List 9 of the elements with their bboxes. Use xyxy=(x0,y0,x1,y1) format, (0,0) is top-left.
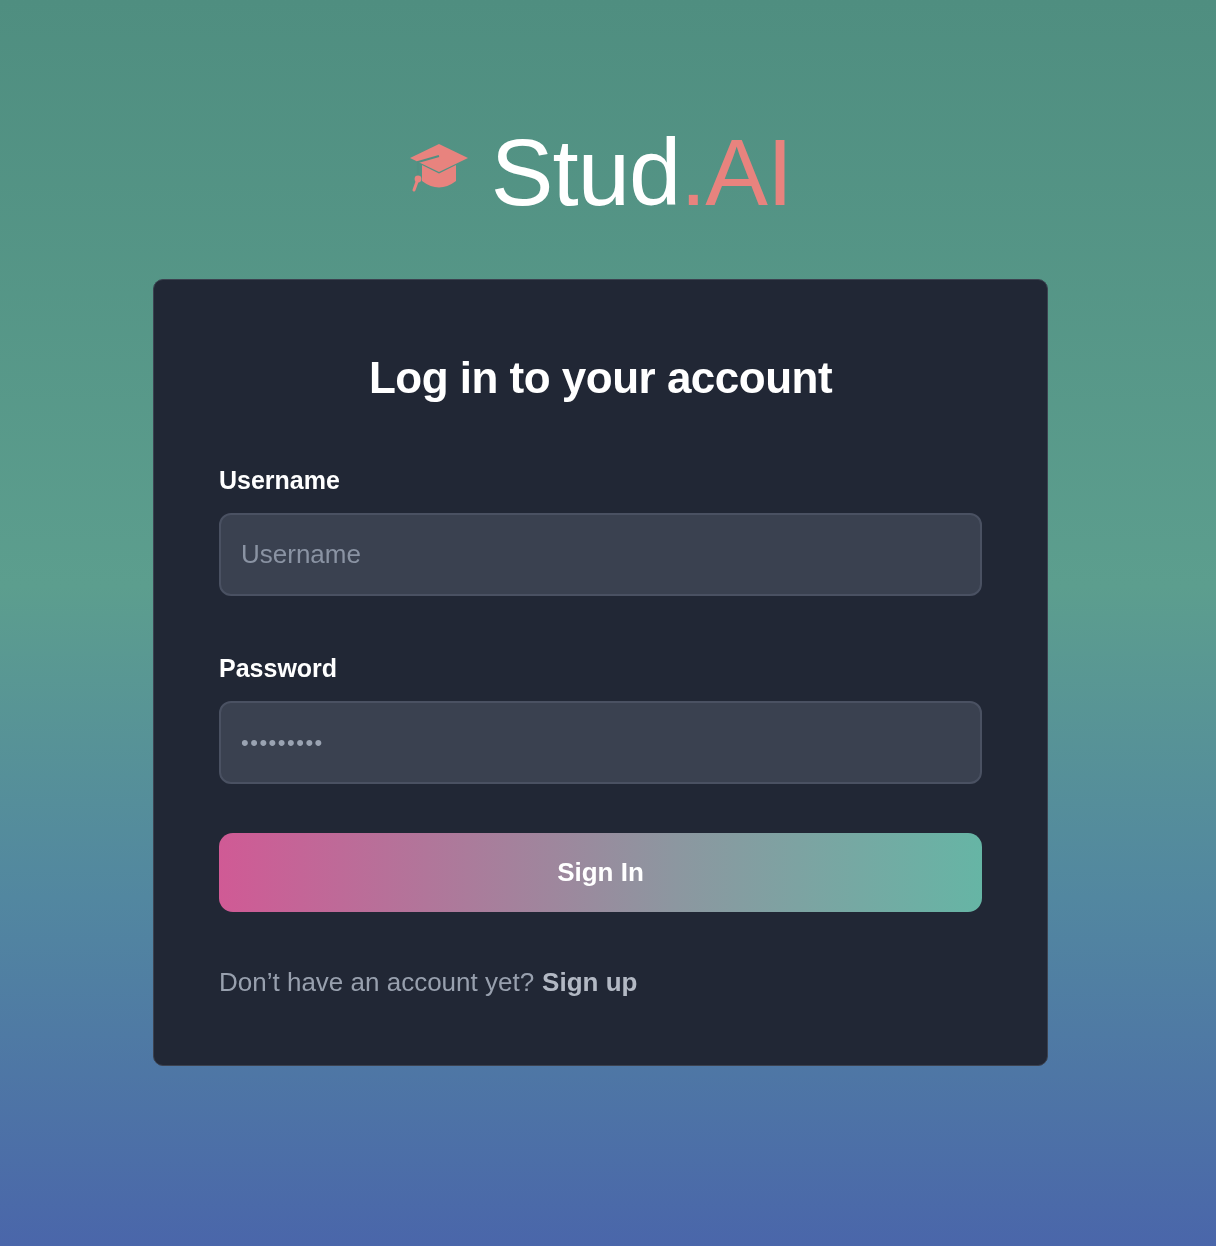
signup-prompt: Don’t have an account yet? xyxy=(219,966,535,998)
sign-in-button[interactable]: Sign In xyxy=(219,833,982,912)
username-field[interactable]: Username xyxy=(219,513,982,596)
sign-up-link[interactable]: Sign up xyxy=(542,966,638,998)
field-label: Password xyxy=(219,653,338,683)
logo-wordmark: Stud.AI xyxy=(490,126,793,220)
field-label: Username xyxy=(219,465,340,495)
login-title: Log in to your account xyxy=(368,352,833,404)
password-field[interactable]: ••••••••• xyxy=(219,701,982,784)
